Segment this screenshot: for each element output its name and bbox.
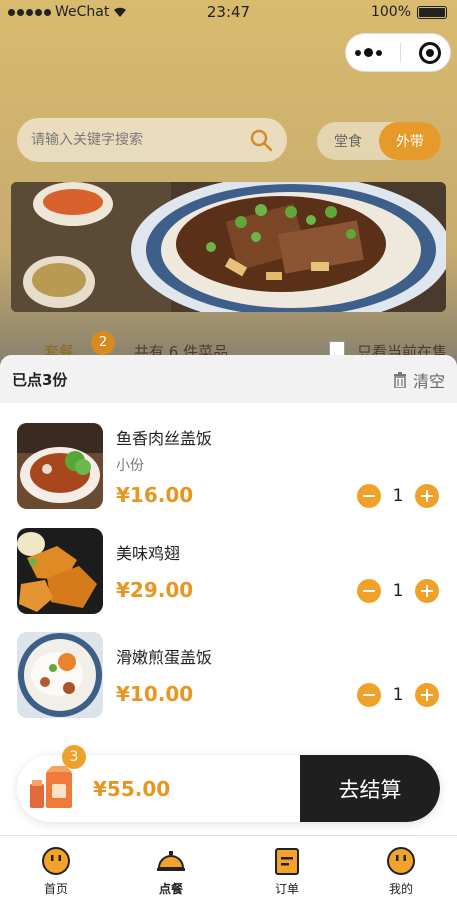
bottom-tabbar: 首页 点餐 订单 我的 xyxy=(0,835,457,900)
mode-takeout[interactable]: 外带 xyxy=(379,122,441,160)
order-icon xyxy=(275,848,299,875)
cart-item: 滑嫩煎蛋盖饭 ¥10.00 1 xyxy=(0,632,457,722)
status-bar: WeChat 23:47 100% xyxy=(0,0,457,26)
food-banner[interactable] xyxy=(11,182,446,312)
dish-spec: 小份 xyxy=(116,458,144,474)
dish-price: ¥16.00 xyxy=(116,483,194,507)
quantity-value: 1 xyxy=(392,581,404,601)
clear-label: 清空 xyxy=(412,372,445,391)
trash-icon xyxy=(393,372,406,388)
dish-name: 美味鸡翅 xyxy=(116,544,181,563)
quantity-value: 1 xyxy=(392,486,404,506)
tab-order-food[interactable]: 点餐 xyxy=(141,846,201,897)
quantity-stepper: 1 xyxy=(357,484,439,508)
cart-item: 美味鸡翅 ¥29.00 1 xyxy=(0,528,457,618)
order-mode-toggle: 堂食 外带 xyxy=(317,122,441,160)
dish-name: 鱼香肉丝盖饭 xyxy=(116,429,213,448)
cloche-icon xyxy=(157,851,185,871)
search-input[interactable] xyxy=(31,132,231,148)
search-bar xyxy=(17,118,287,162)
close-miniprogram-icon[interactable] xyxy=(419,41,441,64)
battery-icon xyxy=(417,5,447,19)
tab-orders[interactable]: 订单 xyxy=(257,846,317,897)
banner-image xyxy=(11,182,446,312)
increase-button[interactable] xyxy=(415,683,439,707)
dish-name: 滑嫩煎蛋盖饭 xyxy=(116,648,213,667)
category-badge: 2 xyxy=(91,331,115,355)
decrease-button[interactable] xyxy=(357,484,381,508)
increase-button[interactable] xyxy=(415,484,439,508)
tab-label: 订单 xyxy=(274,882,299,896)
quantity-value: 1 xyxy=(392,685,404,705)
dish-price: ¥29.00 xyxy=(116,578,194,602)
checkout-button[interactable]: 去结算 xyxy=(300,755,440,822)
quantity-stepper: 1 xyxy=(357,683,439,707)
more-icon[interactable] xyxy=(355,48,382,57)
clear-cart-button[interactable]: 清空 xyxy=(393,368,445,392)
miniprogram-capsule xyxy=(345,33,451,72)
capsule-divider xyxy=(400,42,401,63)
cart-count-badge: 3 xyxy=(62,745,86,769)
tab-label: 首页 xyxy=(43,882,68,896)
profile-icon xyxy=(387,847,415,875)
battery-label: 100% xyxy=(370,4,411,20)
mode-dine-in[interactable]: 堂食 xyxy=(317,122,379,160)
cart-item: 鱼香肉丝盖饭 小份 ¥16.00 1 xyxy=(0,423,457,513)
decrease-button[interactable] xyxy=(357,683,381,707)
tab-home[interactable]: 首页 xyxy=(26,846,86,897)
cart-title: 已点3份 xyxy=(12,371,68,389)
cart-sheet-header: 已点3份 清空 xyxy=(0,355,457,403)
quantity-stepper: 1 xyxy=(357,579,439,603)
tab-label: 我的 xyxy=(388,882,413,896)
cart-total: ¥55.00 xyxy=(93,777,171,801)
search-icon[interactable] xyxy=(249,128,273,152)
tab-profile[interactable]: 我的 xyxy=(371,846,431,897)
dish-image[interactable] xyxy=(17,423,103,509)
decrease-button[interactable] xyxy=(357,579,381,603)
takeout-bag-icon[interactable] xyxy=(28,766,76,810)
tab-label: 点餐 xyxy=(158,882,183,896)
smiley-icon xyxy=(42,847,70,875)
dish-image[interactable] xyxy=(17,632,103,718)
increase-button[interactable] xyxy=(415,579,439,603)
dish-image[interactable] xyxy=(17,528,103,614)
dish-price: ¥10.00 xyxy=(116,682,194,706)
status-right: 100% xyxy=(371,4,447,20)
